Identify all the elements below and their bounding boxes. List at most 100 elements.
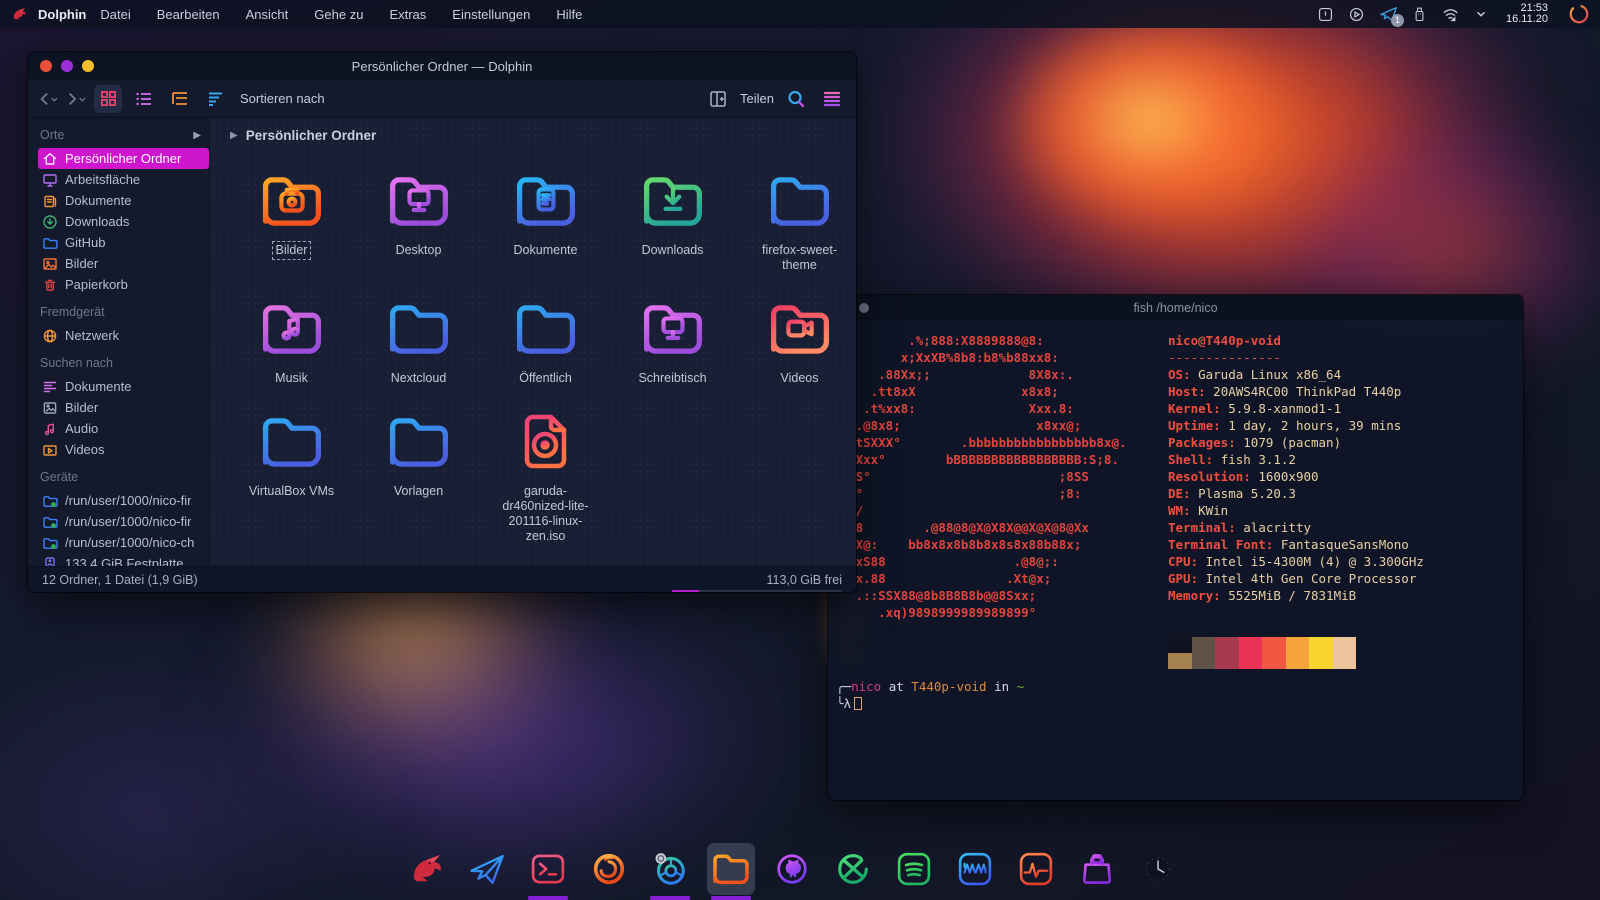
sidebar-item-label: /run/user/1000/nico-ch [65,535,194,550]
green-x-app-icon[interactable] [829,843,877,895]
sidebar-collapse-arrow-icon[interactable]: ▶ [193,130,201,141]
sidebar-item-downloads[interactable]: Downloads [38,211,209,232]
back-button-icon[interactable] [38,91,58,107]
dock-item-waveform-app[interactable] [951,843,999,900]
notification-icon[interactable] [1317,6,1334,23]
spotify-icon[interactable] [890,843,938,895]
dock-item-clock-widget[interactable] [1134,843,1182,900]
dock-item-garuda-menu[interactable] [402,843,450,900]
terminal-app-icon[interactable] [524,843,572,895]
dolphin-titlebar[interactable]: Persönlicher Ordner — Dolphin [28,52,856,80]
terminal-content[interactable]: .%;888:X8889888@8: x;XxXB%8b8:b8%b88xx8:… [828,320,1523,800]
split-view-label[interactable]: Teilen [740,91,774,106]
folder-downloads[interactable]: Downloads [609,162,736,274]
sidebar-item-dokumente[interactable]: Dokumente [38,376,209,397]
close-button[interactable] [40,60,52,72]
forward-button-icon[interactable] [66,91,86,107]
sidebar-item-label: Netzwerk [65,328,119,343]
usb-device-icon[interactable] [1412,6,1427,23]
folder-schreibtisch[interactable]: Schreibtisch [609,290,736,387]
dock-item-dolphin-files[interactable] [707,843,755,900]
sidebar-item--run-user-1000-nico-fir[interactable]: /run/user/1000/nico-fir [38,490,209,511]
github-icon[interactable] [768,843,816,895]
telegram-icon[interactable] [463,843,511,895]
menu-hilfe[interactable]: Hilfe [556,7,582,22]
wallpaper-fire-core [1000,10,1300,230]
hamburger-menu-icon[interactable] [818,85,846,113]
folder--ffentlich[interactable]: Öffentlich [482,290,609,387]
sidebar-item-videos[interactable]: Videos [38,439,209,460]
folder-bilder[interactable]: Bilder [228,162,355,274]
sidebar-item--run-user-1000-nico-ch[interactable]: /run/user/1000/nico-ch [38,532,209,553]
minimize-button[interactable] [61,60,73,72]
waveform-app-icon[interactable] [951,843,999,895]
power-button-icon[interactable] [1568,3,1590,25]
latte-dock [402,843,1182,900]
folder-videos[interactable]: Videos [736,290,856,387]
icon-view-button[interactable] [94,85,122,113]
maximize-button[interactable] [82,60,94,72]
menu-datei[interactable]: Datei [100,7,130,22]
garuda-menu-icon[interactable] [402,843,450,895]
folder-icon [380,290,458,368]
folder-dokumente[interactable]: Dokumente [482,162,609,274]
sidebar-section-title: Fremdgerät [40,305,209,319]
breadcrumb[interactable]: ▶ Persönlicher Ordner [210,118,856,143]
split-view-icon[interactable] [704,85,732,113]
menu-bearbeiten[interactable]: Bearbeiten [157,7,220,22]
tray-expand-chevron-icon[interactable] [1474,7,1488,21]
media-player-icon[interactable] [1348,6,1365,23]
dock-item-github[interactable] [768,843,816,900]
wifi-network-icon[interactable] [1441,6,1460,23]
dock-item-chromium[interactable] [646,843,694,900]
dock-item-software-center[interactable] [1073,843,1121,900]
sidebar-item--run-user-1000-nico-fir[interactable]: /run/user/1000/nico-fir [38,511,209,532]
folder-view[interactable]: ▶ Persönlicher Ordner BilderDesktopDokum… [210,118,856,566]
dock-item-telegram[interactable] [463,843,511,900]
menu-einstellungen[interactable]: Einstellungen [452,7,530,22]
folder-vorlagen[interactable]: Vorlagen [355,403,482,545]
dock-item-firefox[interactable] [585,843,633,900]
sidebar-item-133-4-gib-festplatte[interactable]: 133,4 GiB Festplatte [38,553,209,566]
sort-by-label[interactable]: Sortieren nach [240,91,325,106]
breadcrumb-location[interactable]: Persönlicher Ordner [246,128,377,143]
folder-desktop[interactable]: Desktop [355,162,482,274]
sidebar-item-arbeitsfl-che[interactable]: Arbeitsfläche [38,169,209,190]
detail-view-button[interactable] [130,85,158,113]
firefox-icon[interactable] [585,843,633,895]
file-garuda-dr460nized-lite-201116-linux-zen-iso[interactable]: garuda-​dr460nized-​lite-​201116-​linux-… [482,403,609,545]
telegram-tray-icon[interactable]: 1 [1379,6,1398,23]
sidebar-item-bilder[interactable]: Bilder [38,397,209,418]
video-icon [42,442,58,458]
menu-ansicht[interactable]: Ansicht [246,7,289,22]
software-center-icon[interactable] [1073,843,1121,895]
sidebar-item-dokumente[interactable]: Dokumente [38,190,209,211]
digital-clock[interactable]: 21:53 16.11.20 [1506,3,1548,25]
dock-item-terminal-app[interactable] [524,843,572,900]
folder-nextcloud[interactable]: Nextcloud [355,290,482,387]
folder-firefox-sweet-theme[interactable]: firefox-sweet-theme [736,162,856,274]
folder-virtualbox-vms[interactable]: VirtualBox VMs [228,403,355,545]
sidebar-item-audio[interactable]: Audio [38,418,209,439]
sidebar-item-papierkorb[interactable]: Papierkorb [38,274,209,295]
terminal-titlebar[interactable]: fish /home/nico [828,295,1523,320]
dock-item-system-monitor[interactable] [1012,843,1060,900]
menu-extras[interactable]: Extras [389,7,426,22]
sidebar-item-bilder[interactable]: Bilder [38,253,209,274]
sidebar-item-github[interactable]: GitHub [38,232,209,253]
terminal-window-button[interactable] [859,303,869,313]
dolphin-files-icon[interactable] [707,843,755,895]
dock-item-spotify[interactable] [890,843,938,900]
sidebar-item-netzwerk[interactable]: Netzwerk [38,325,209,346]
system-monitor-icon[interactable] [1012,843,1060,895]
tree-view-button[interactable] [166,85,194,113]
menu-gehe-zu[interactable]: Gehe zu [314,7,363,22]
chromium-icon[interactable] [646,843,694,895]
clock-widget-icon[interactable] [1134,843,1182,895]
dock-item-green-x-app[interactable] [829,843,877,900]
search-icon[interactable] [782,85,810,113]
dock-running-indicator [589,896,629,900]
sidebar-item-pers-nlicher-ordner[interactable]: Persönlicher Ordner [38,148,209,169]
sort-icon[interactable] [202,85,230,113]
folder-musik[interactable]: Musik [228,290,355,387]
